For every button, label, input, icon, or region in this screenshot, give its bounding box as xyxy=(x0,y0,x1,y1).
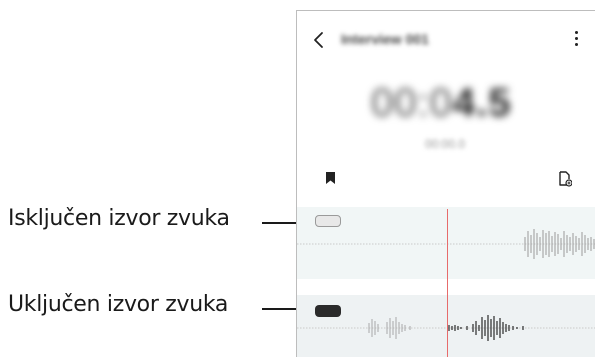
chevron-left-icon[interactable] xyxy=(311,29,327,51)
track-muted[interactable] xyxy=(297,207,595,279)
recorder-screen: Interview 001 00:04.5 00:00.0 xyxy=(296,10,595,357)
callout-active-source: Uključen izvor zvuka xyxy=(8,292,229,317)
bookmark-icon[interactable] xyxy=(325,171,336,185)
more-vert-icon[interactable] xyxy=(572,31,580,51)
timer-prefix: 00:0 xyxy=(371,81,453,125)
recording-title: Interview 001 xyxy=(341,31,429,47)
elapsed-timer: 00:04.5 xyxy=(371,81,511,126)
add-document-icon[interactable] xyxy=(558,171,572,187)
callout-muted-source: Isključen izvor zvuka xyxy=(8,206,230,231)
timer-subtext: 00:00.0 xyxy=(425,137,466,151)
waveform-active xyxy=(297,315,595,341)
playhead[interactable] xyxy=(447,209,448,357)
waveform-muted xyxy=(297,229,595,259)
track-active[interactable] xyxy=(297,295,595,357)
timer-seconds: 4.5 xyxy=(452,81,512,125)
